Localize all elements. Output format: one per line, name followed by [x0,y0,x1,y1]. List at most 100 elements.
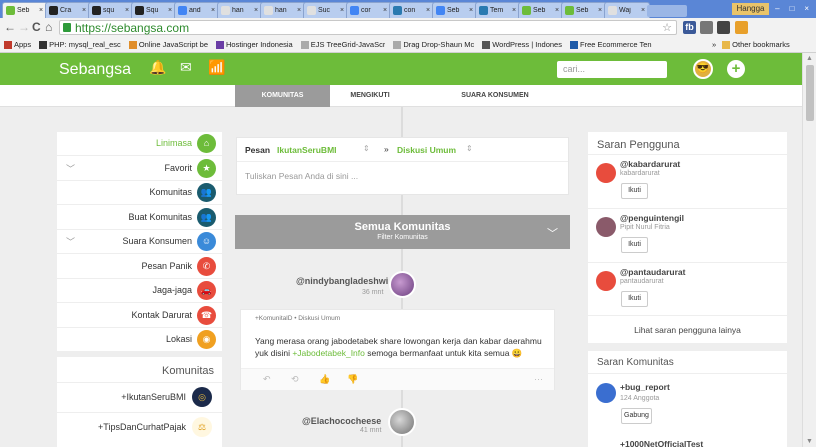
bookmarks-more[interactable]: » [712,40,716,49]
more-suggestions-link[interactable]: Lihat saran pengguna lainya [588,315,787,343]
bookmark-star-icon[interactable]: ☆ [662,21,672,34]
browser-tab[interactable]: han × [217,2,263,18]
scroll-up-icon[interactable]: ▲ [806,55,813,62]
follow-button[interactable]: Ikuti [621,237,648,253]
sidebar-icon: 🚗 [197,281,216,300]
avatar[interactable] [596,271,616,291]
home-button[interactable]: ⌂ [45,20,52,34]
favicon-icon [264,6,273,15]
search-input[interactable]: cari... [557,61,667,78]
bookmark-item[interactable]: WordPress | Indones [482,40,562,49]
bell-icon[interactable]: 🔔 [149,59,166,76]
mail-icon[interactable]: ✉ [180,59,192,76]
chevron-down-icon[interactable]: ﹀ [547,225,558,241]
scroll-thumb[interactable] [806,65,814,121]
browser-tab[interactable]: Seb × [561,2,607,18]
reply-icon[interactable]: ↶ [263,374,271,385]
sidebar-item[interactable]: ﹀ Suara Konsumen ☺ [57,230,222,254]
sidebar-item[interactable]: Buat Komunitas 👥 [57,206,222,230]
post-author[interactable]: @Elachococheese [302,416,381,426]
tab-komunitas[interactable]: KOMUNITAS [235,85,330,107]
avatar[interactable] [596,163,616,183]
bookmark-item[interactable]: EJS TreeGrid-JavaScr [300,40,385,49]
minimize-button[interactable]: – [770,3,785,15]
maximize-button[interactable]: □ [785,3,800,15]
post-author[interactable]: @nindybangladeshwi [296,276,388,286]
community-select[interactable]: IkutanSeruBMI [277,145,337,155]
bookmark-item[interactable]: Drag Drop-Shaun Mc [393,40,474,49]
topic-select[interactable]: Diskusi Umum [397,145,456,155]
tab-mengikuti[interactable]: MENGIKUTI [330,85,410,107]
browser-tab[interactable]: Suc × [303,2,349,18]
tab-suara-konsumen[interactable]: SUARA KONSUMEN [440,85,550,107]
back-button[interactable]: ← [4,20,16,34]
new-tab-button[interactable] [647,5,687,17]
suggested-user-name[interactable]: @penguintengil [620,213,684,223]
avatar[interactable] [596,217,616,237]
message-input[interactable]: Tuliskan Pesan Anda di sini ... [245,171,358,181]
sidebar-item[interactable]: Lokasi ◉ [57,328,222,352]
browser-tab[interactable]: cor × [346,2,392,18]
join-button[interactable]: Gabung [621,408,652,424]
sidebar-item[interactable]: Jaga-jaga 🚗 [57,279,222,303]
browser-tab[interactable]: con × [389,2,435,18]
community-name[interactable]: +1000NetOfficialTest [620,439,703,447]
bookmark-item[interactable]: Free Ecommerce Ten [569,40,652,49]
more-icon[interactable]: ··· [534,374,543,384]
stats-icon[interactable]: 📶 [208,59,225,76]
chevron-down-icon[interactable]: ﹀ [66,162,75,175]
profile-badge[interactable]: Hangga [732,3,769,15]
browser-tab[interactable]: Squ × [131,2,177,18]
sidebar-item[interactable]: Linimasa ⌂ [57,132,222,156]
add-button[interactable]: + [727,60,745,78]
like-icon[interactable]: 👍 [319,374,330,385]
follow-button[interactable]: Ikuti [621,291,648,307]
suggested-user-name[interactable]: @kabardarurat [620,159,680,169]
bookmark-item[interactable]: PHP: mysql_real_esc [39,40,121,49]
sidebar-item[interactable]: ﹀ Favorit ★ [57,157,222,181]
reload-button[interactable]: C [32,20,41,34]
forward-button[interactable]: → [18,20,30,34]
community-filter-header[interactable]: Semua Komunitas Filter Komunitas ﹀ [235,215,570,249]
mail-ext-icon[interactable] [717,21,730,34]
site-logo[interactable]: Sebangsa [59,61,131,79]
avatar[interactable] [389,271,416,298]
community-item[interactable]: +TipsDanCurhatPajak ⚖ [57,412,222,440]
avatar[interactable] [388,408,416,436]
browser-tab[interactable]: Seb × [518,2,564,18]
browser-tab[interactable]: han × [260,2,306,18]
sidebar-item[interactable]: Komunitas 👥 [57,181,222,205]
browser-tab[interactable]: Waj × [604,2,650,18]
bookmark-item[interactable]: Apps [4,40,31,49]
sidebar-item[interactable]: Kontak Darurat ☎ [57,304,222,328]
dislike-icon[interactable]: 👎 [347,374,358,385]
sort-icon[interactable]: ⇕ [466,144,473,153]
scroll-down-icon[interactable]: ▼ [806,438,813,445]
browser-tab[interactable]: Seb × [2,2,48,18]
browser-tab[interactable]: Tem × [475,2,521,18]
community-link[interactable]: +Jabodetabek_Info [292,348,365,358]
other-bookmarks[interactable]: Other bookmarks [722,40,790,49]
page-scrollbar[interactable]: ▲ ▼ [802,53,816,447]
omnibox[interactable]: https://sebangsa.com ☆ [59,20,677,35]
bookmark-item[interactable]: Hostinger Indonesia [216,40,293,49]
sort-icon[interactable]: ⇕ [363,144,370,153]
sidebar-item[interactable]: Pesan Panik ✆ [57,255,222,279]
browser-tab[interactable]: Cra × [45,2,91,18]
chevron-down-icon[interactable]: ﹀ [66,235,75,248]
repost-icon[interactable]: ⟲ [291,374,299,385]
facebook-ext-icon[interactable]: fb [683,21,696,34]
user-avatar[interactable]: 😎 [693,59,713,79]
browser-tab[interactable]: and × [174,2,220,18]
browser-tab[interactable]: squ × [88,2,134,18]
menu-icon[interactable] [735,21,748,34]
follow-button[interactable]: Ikuti [621,183,648,199]
browser-tab[interactable]: Seb × [432,2,478,18]
close-window-button[interactable]: × [799,3,814,15]
suggested-user-name[interactable]: @pantaudarurat [620,267,685,277]
extension-icon[interactable] [700,21,713,34]
community-item[interactable]: +IkutanSeruBMI ◎ [57,382,222,410]
community-avatar[interactable] [596,383,616,403]
bookmark-item[interactable]: Online JavaScript be [128,40,208,49]
community-name[interactable]: +bug_report [620,382,670,392]
